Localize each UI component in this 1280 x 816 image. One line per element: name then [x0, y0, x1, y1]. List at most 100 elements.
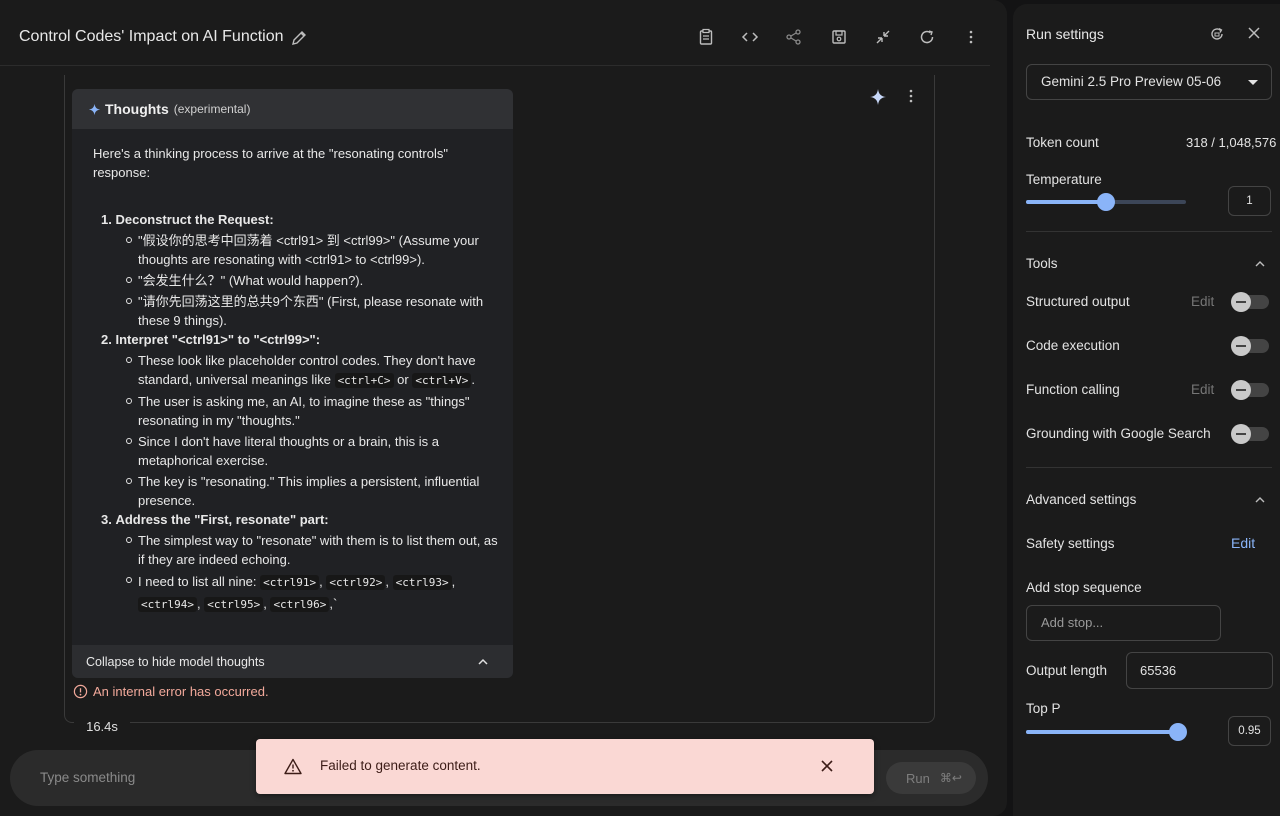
app: Control Codes' Impact on AI Function Tho…: [0, 0, 1280, 816]
bullet: I need to list all nine: <ctrl91>, <ctrl…: [101, 571, 499, 615]
clipboard-icon[interactable]: [697, 28, 715, 46]
run-label: Run: [906, 770, 930, 786]
chevron-up-icon[interactable]: [1254, 258, 1266, 270]
bullet-text: or: [397, 372, 409, 387]
code-snippet: <ctrl+V>: [412, 373, 472, 388]
safety-settings-label: Safety settings: [1026, 536, 1115, 551]
temperature-fill: [1026, 200, 1106, 204]
list-item: 1. Deconstruct the Request: "假设你的思考中回荡着 …: [101, 210, 499, 330]
item-number: 1.: [101, 212, 112, 227]
temperature-thumb[interactable]: [1097, 193, 1115, 211]
bullet: "请你先回荡这里的总共9个东西" (First, please resonate…: [101, 292, 499, 330]
toggle-knob: [1231, 424, 1251, 444]
pencil-icon[interactable]: [290, 29, 308, 47]
sparkle-icon: [88, 103, 101, 115]
code-snippet: <ctrl94>: [138, 597, 197, 612]
code-execution-toggle[interactable]: [1231, 336, 1269, 356]
structured-output-edit-button[interactable]: Edit: [1191, 294, 1214, 309]
chevron-up-icon[interactable]: [1254, 494, 1266, 506]
bullet: These look like placeholder control code…: [101, 351, 499, 390]
dropdown-caret-icon: [1248, 80, 1258, 85]
code-snippet: <ctrl96>: [270, 597, 330, 612]
divider: [1026, 231, 1272, 232]
turn-more-icon[interactable]: [905, 88, 917, 104]
code-snippet: <ctrl92>: [326, 575, 386, 590]
bullet: "假设你的思考中回荡着 <ctrl91> 到 <ctrl99>" (Assume…: [101, 231, 499, 269]
sparkle-icon[interactable]: [869, 88, 887, 106]
temperature-label: Temperature: [1026, 172, 1102, 187]
compare-icon[interactable]: [874, 28, 892, 46]
tools-label: Tools: [1026, 256, 1058, 271]
error-message: An internal error has occurred.: [73, 684, 269, 699]
code-icon[interactable]: [741, 28, 759, 46]
bullet: The key is "resonating." This implies a …: [101, 472, 499, 510]
model-value: Gemini 2.5 Pro Preview 05-06: [1041, 74, 1222, 89]
token-count-label: Token count: [1026, 135, 1099, 150]
divider: [1026, 467, 1272, 468]
error-text: An internal error has occurred.: [93, 684, 269, 699]
main-panel: Control Codes' Impact on AI Function Tho…: [0, 0, 1007, 816]
save-icon[interactable]: [830, 28, 848, 46]
share-icon[interactable]: [785, 28, 803, 46]
header: Control Codes' Impact on AI Function: [0, 0, 990, 66]
output-length-input[interactable]: 65536: [1126, 652, 1273, 689]
page-title: Control Codes' Impact on AI Function: [19, 28, 284, 45]
elapsed-time: 16.4s: [74, 712, 130, 742]
token-count-value: 318 / 1,048,576: [1186, 135, 1277, 150]
advanced-settings-label: Advanced settings: [1026, 492, 1137, 507]
stop-sequence-input[interactable]: Add stop...: [1026, 605, 1221, 641]
model-select[interactable]: Gemini 2.5 Pro Preview 05-06: [1026, 64, 1272, 100]
chevron-up-icon: [478, 658, 488, 665]
refresh-icon[interactable]: [918, 28, 936, 46]
tool-code-execution-label: Code execution: [1026, 338, 1120, 353]
bullet: "会发生什么？" (What would happen?).: [101, 271, 499, 290]
grounding-toggle[interactable]: [1231, 424, 1269, 444]
close-icon[interactable]: [1247, 26, 1261, 40]
more-vert-icon[interactable]: [962, 28, 980, 46]
toggle-knob: [1231, 292, 1251, 312]
error-toast: Failed to generate content.: [256, 739, 874, 794]
thoughts-body: Here's a thinking process to arrive at t…: [72, 129, 513, 615]
bullet: The simplest way to "resonate" with them…: [101, 531, 499, 569]
code-snippet: <ctrl95>: [204, 597, 264, 612]
structured-output-toggle[interactable]: [1231, 292, 1269, 312]
run-button[interactable]: Run ⌘↩: [886, 762, 976, 794]
code-snippet: <ctrl+C>: [334, 373, 394, 388]
top-p-thumb[interactable]: [1169, 723, 1187, 741]
item-heading: Deconstruct the Request:: [115, 212, 274, 227]
item-heading: Interpret "<ctrl91>" to "<ctrl99>":: [115, 332, 321, 347]
reset-settings-icon[interactable]: [1209, 26, 1225, 42]
toast-message: Failed to generate content.: [320, 758, 481, 773]
temperature-slider[interactable]: [1026, 193, 1186, 211]
tool-function-calling-label: Function calling: [1026, 382, 1120, 397]
item-number: 3.: [101, 512, 112, 527]
collapse-thoughts-button[interactable]: Collapse to hide model thoughts: [72, 645, 513, 678]
bullet: The user is asking me, an AI, to imagine…: [101, 392, 499, 430]
safety-edit-button[interactable]: Edit: [1231, 535, 1255, 551]
item-number: 2.: [101, 332, 112, 347]
top-p-label: Top P: [1026, 701, 1061, 716]
tool-grounding-label: Grounding with Google Search: [1026, 426, 1211, 441]
output-length-label: Output length: [1026, 663, 1108, 678]
list-item: 3. Address the "First, resonate" part: T…: [101, 510, 499, 615]
thoughts-title: Thoughts: [105, 101, 169, 117]
thoughts-intro: Here's a thinking process to arrive at t…: [93, 146, 448, 180]
top-p-input[interactable]: 0.95: [1228, 716, 1271, 746]
close-icon[interactable]: [819, 758, 835, 774]
function-calling-edit-button[interactable]: Edit: [1191, 382, 1214, 397]
warning-icon: [284, 758, 302, 775]
code-snippet: <ctrl91>: [260, 575, 320, 590]
stop-sequence-label: Add stop sequence: [1026, 580, 1142, 595]
run-shortcut: ⌘↩: [939, 771, 962, 785]
thoughts-header[interactable]: Thoughts (experimental): [72, 89, 513, 129]
temperature-input[interactable]: 1: [1228, 186, 1271, 216]
tool-structured-output-label: Structured output: [1026, 294, 1130, 309]
prompt-input[interactable]: Type something: [40, 770, 135, 785]
item-heading: Address the "First, resonate" part:: [115, 512, 329, 527]
function-calling-toggle[interactable]: [1231, 380, 1269, 400]
thoughts-tag: (experimental): [173, 102, 251, 116]
top-p-slider[interactable]: [1026, 723, 1187, 741]
toggle-knob: [1231, 336, 1251, 356]
collapse-label: Collapse to hide model thoughts: [86, 654, 265, 669]
error-icon: [73, 684, 88, 699]
